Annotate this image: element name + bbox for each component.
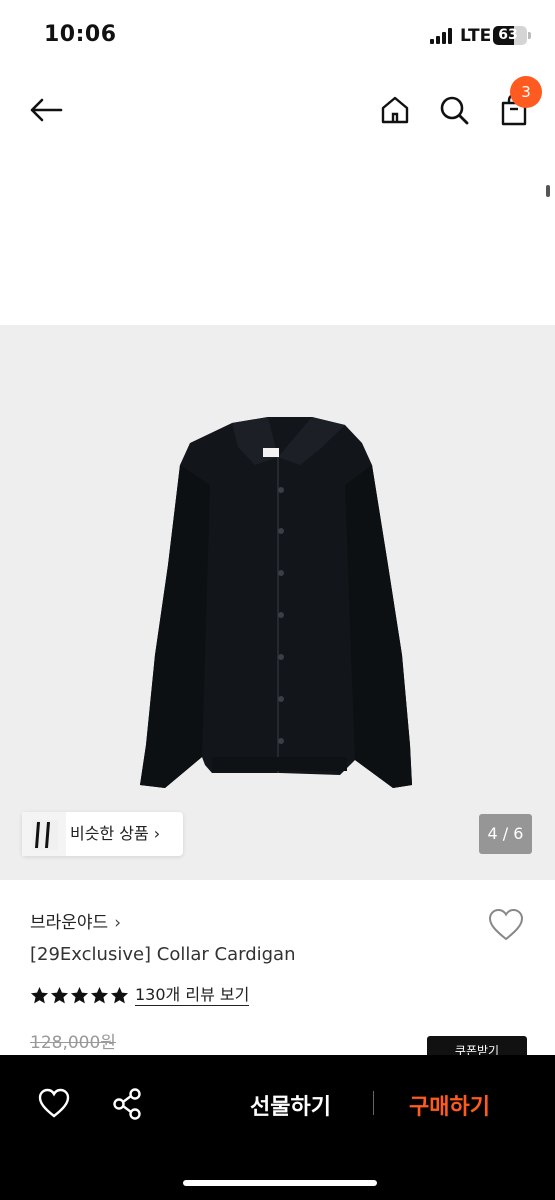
rating-row: 130개 리뷰 보기 [30, 982, 250, 1008]
bottom-wishlist-button[interactable] [36, 1086, 72, 1122]
home-indicator [183, 1180, 377, 1186]
similar-products-thumbnail [22, 812, 66, 856]
star-icon [50, 986, 69, 1003]
battery-cap [528, 32, 531, 39]
star-icon [70, 986, 89, 1003]
battery-icon: 63 [493, 26, 527, 45]
status-bar: 10:06 LTE 63 [0, 0, 555, 70]
wishlist-button[interactable] [486, 906, 526, 946]
star-icon [90, 986, 109, 1003]
brand-link[interactable]: 브라운야드 › [30, 908, 121, 933]
top-nav [0, 70, 555, 150]
home-icon [381, 96, 409, 124]
search-button[interactable] [434, 90, 474, 130]
similar-products-button[interactable]: 비슷한 상품 › [22, 812, 183, 856]
back-button[interactable] [26, 90, 66, 130]
bottom-action-bar [0, 1055, 555, 1200]
search-icon [440, 96, 469, 125]
cart-count-badge: 3 [510, 76, 542, 108]
heart-outline-icon [488, 908, 524, 941]
chevron-right-icon: › [114, 913, 122, 933]
star-icon [110, 986, 129, 1003]
similar-products-label: 비슷한 상품 › [70, 824, 161, 843]
product-title: [29Exclusive] Collar Cardigan [30, 944, 296, 965]
scroll-indicator [546, 185, 550, 197]
signal-icon [430, 28, 454, 44]
heart-outline-icon [38, 1088, 70, 1118]
share-icon [113, 1088, 141, 1120]
product-image-cardigan [140, 417, 412, 788]
button-divider [373, 1091, 374, 1115]
status-time: 10:06 [44, 22, 117, 47]
home-button[interactable] [375, 90, 415, 130]
original-price: 128,000원 [30, 1033, 116, 1053]
image-page-counter: 4 / 6 [479, 814, 532, 854]
arrow-left-icon [30, 98, 63, 122]
battery-level: 63 [498, 27, 518, 43]
buy-button[interactable]: 구매하기 [409, 1089, 490, 1121]
share-button[interactable] [110, 1086, 146, 1122]
product-image-gallery[interactable] [0, 325, 555, 880]
brand-name: 브라운야드 [30, 913, 109, 933]
network-label: LTE [460, 26, 492, 46]
star-icon [30, 986, 49, 1003]
gift-button[interactable]: 선물하기 [250, 1089, 331, 1121]
rating-stars [30, 986, 129, 1005]
review-link[interactable]: 130개 리뷰 보기 [135, 985, 250, 1006]
